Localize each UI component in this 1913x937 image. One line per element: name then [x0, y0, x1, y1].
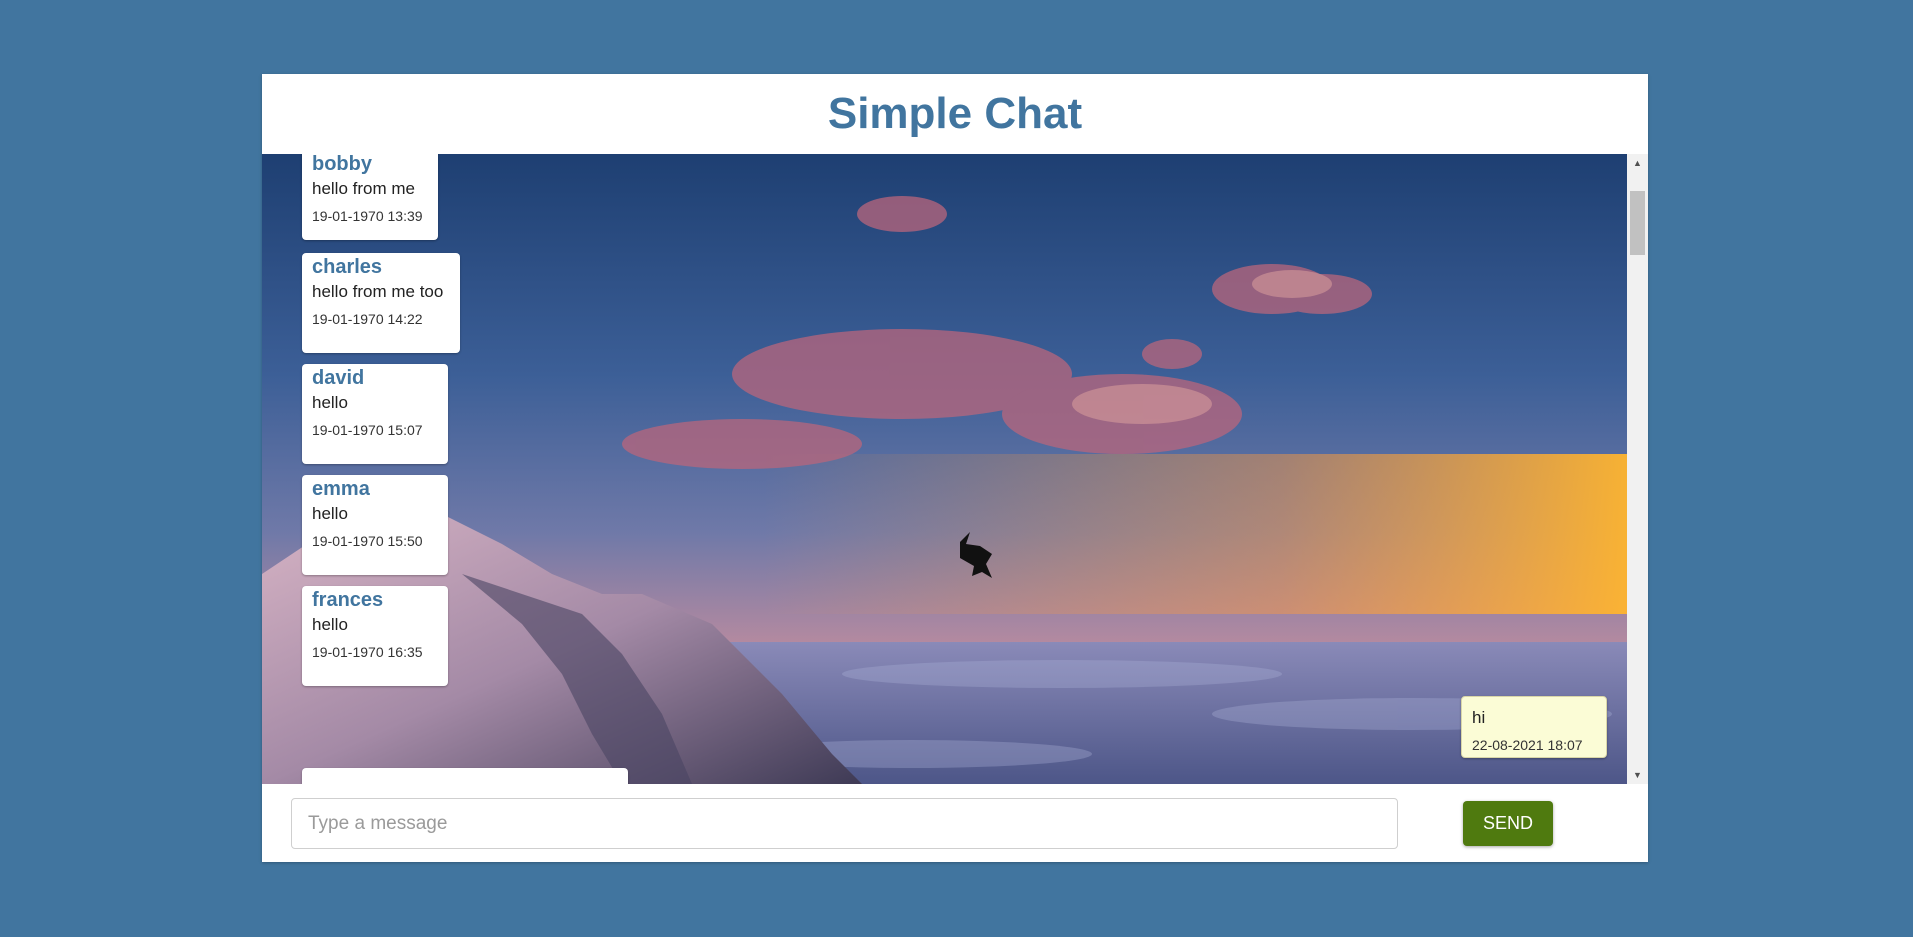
message-bubble: david hello 19-01-1970 15:07 [302, 364, 448, 464]
message-timestamp: 19-01-1970 13:39 [312, 208, 423, 224]
message-bubble: frances hello 19-01-1970 16:35 [302, 586, 448, 686]
message-timestamp: 19-01-1970 16:35 [312, 644, 423, 660]
page-title: Simple Chat [827, 89, 1083, 138]
message-author: frances [312, 589, 384, 611]
message-list: bobby hello from me 19-01-1970 13:39 cha… [262, 154, 1627, 784]
scroll-up-icon[interactable]: ▲ [1627, 154, 1648, 172]
message-author: david [312, 367, 365, 389]
message-text: hello from me [312, 179, 415, 198]
chat-app: Simple Chat bobby hello from me 19-01-19… [262, 74, 1648, 862]
chat-scrollbar[interactable]: ▲ ▼ [1627, 154, 1648, 784]
message-text: hi [1472, 708, 1486, 727]
chat-messages-area[interactable]: bobby hello from me 19-01-1970 13:39 cha… [262, 154, 1648, 784]
send-button[interactable]: SEND [1463, 801, 1553, 846]
message-composer: SEND [262, 784, 1648, 862]
scroll-down-icon[interactable]: ▼ [1627, 766, 1648, 784]
message-text: hello [312, 615, 348, 634]
header: Simple Chat [262, 74, 1648, 154]
message-author: emma [312, 478, 370, 500]
message-bubble-partial [302, 768, 628, 784]
message-timestamp: 19-01-1970 14:22 [312, 311, 423, 327]
message-text: hello [312, 393, 348, 412]
message-bubble: charles hello from me too 19-01-1970 14:… [302, 253, 460, 353]
message-timestamp: 22-08-2021 18:07 [1472, 737, 1583, 753]
message-input[interactable] [291, 798, 1398, 849]
message-author: charles [312, 256, 383, 278]
message-author: bobby [312, 154, 372, 175]
message-bubble: bobby hello from me 19-01-1970 13:39 [302, 154, 438, 240]
message-text: hello from me too [312, 282, 444, 301]
message-text: hello [312, 504, 348, 523]
message-timestamp: 19-01-1970 15:50 [312, 533, 423, 549]
scroll-thumb[interactable] [1630, 191, 1645, 255]
own-message-bubble: hi 22-08-2021 18:07 [1461, 696, 1607, 758]
message-bubble: emma hello 19-01-1970 15:50 [302, 475, 448, 575]
message-timestamp: 19-01-1970 15:07 [312, 422, 423, 438]
